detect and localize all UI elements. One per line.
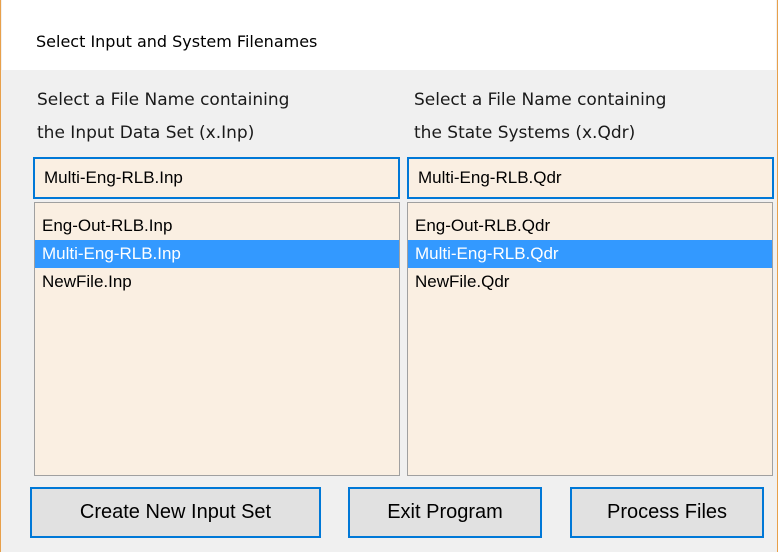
state-file-prompt-line1: Select a File Name containing <box>414 90 667 110</box>
input-file-list-item[interactable]: Eng-Out-RLB.Inp <box>35 212 399 240</box>
input-file-prompt: Select a File Name containing the Input … <box>37 84 289 150</box>
state-file-list-item[interactable]: NewFile.Qdr <box>408 268 772 296</box>
create-new-input-set-button[interactable]: Create New Input Set <box>30 487 321 538</box>
input-file-list-item-selected[interactable]: Multi-Eng-RLB.Inp <box>35 240 399 268</box>
state-file-prompt-line2: the State Systems (x.Qdr) <box>414 123 636 143</box>
dialog-window: Select Input and System Filenames Select… <box>0 0 778 552</box>
window-title: Select Input and System Filenames <box>36 32 318 51</box>
input-file-list[interactable]: Eng-Out-RLB.Inp Multi-Eng-RLB.Inp NewFil… <box>34 202 400 476</box>
state-file-list[interactable]: Eng-Out-RLB.Qdr Multi-Eng-RLB.Qdr NewFil… <box>407 202 773 476</box>
state-file-list-item[interactable]: Eng-Out-RLB.Qdr <box>408 212 772 240</box>
title-bar: Select Input and System Filenames <box>2 0 776 70</box>
input-file-prompt-line1: Select a File Name containing <box>37 90 290 110</box>
state-filename-field[interactable] <box>407 157 774 199</box>
input-file-prompt-line2: the Input Data Set (x.Inp) <box>37 123 255 143</box>
exit-program-button[interactable]: Exit Program <box>348 487 542 538</box>
state-file-prompt: Select a File Name containing the State … <box>414 84 666 150</box>
process-files-button[interactable]: Process Files <box>570 487 764 538</box>
input-filename-field[interactable] <box>33 157 400 199</box>
input-file-list-item[interactable]: NewFile.Inp <box>35 268 399 296</box>
state-file-list-item-selected[interactable]: Multi-Eng-RLB.Qdr <box>408 240 772 268</box>
